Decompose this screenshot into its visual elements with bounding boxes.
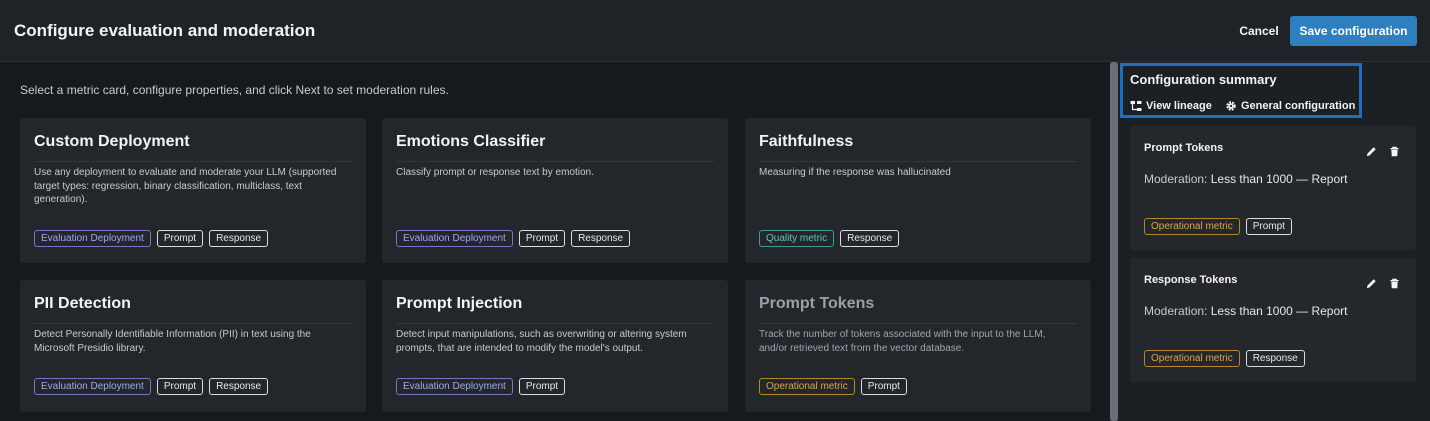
metric-card-emotions-classifier[interactable]: Emotions Classifier Classify prompt or r… xyxy=(382,118,728,263)
metric-card-custom-deployment[interactable]: Custom Deployment Use any deployment to … xyxy=(20,118,366,263)
tag-evaluation-deployment: Evaluation Deployment xyxy=(34,230,151,247)
tag-evaluation-deployment: Evaluation Deployment xyxy=(396,230,513,247)
card-description: Detect Personally Identifiable Informati… xyxy=(34,329,311,354)
card-tags: Evaluation Deployment Prompt Response xyxy=(396,230,631,247)
delete-icon[interactable] xyxy=(1387,144,1401,158)
summary-item-response-tokens: Response Tokens Moderation: Less than 10… xyxy=(1130,258,1416,382)
card-tags: Evaluation Deployment Prompt xyxy=(396,378,566,395)
summary-item-tags: Operational metric Prompt xyxy=(1144,218,1292,235)
summary-item-moderation: Moderation: Less than 1000 — Report xyxy=(1144,172,1347,186)
metric-card-prompt-tokens[interactable]: Prompt Tokens Track the number of tokens… xyxy=(745,280,1091,412)
card-title: Faithfulness xyxy=(759,133,1077,162)
moderation-label: Moderation: xyxy=(1144,304,1208,318)
gear-icon xyxy=(1226,101,1236,111)
page-header: Configure evaluation and moderation Canc… xyxy=(0,0,1430,62)
metric-card-prompt-injection[interactable]: Prompt Injection Detect input manipulati… xyxy=(382,280,728,412)
tag-prompt: Prompt xyxy=(156,378,204,395)
metric-card-faithfulness[interactable]: Faithfulness Measuring if the response w… xyxy=(745,118,1091,263)
card-tags: Evaluation Deployment Prompt Response xyxy=(34,230,269,247)
summary-item-tags: Operational metric Response xyxy=(1144,350,1305,367)
card-title: Prompt Tokens xyxy=(759,295,1077,324)
card-description: Classify prompt or response text by emot… xyxy=(396,167,594,178)
view-lineage-link[interactable]: View lineage xyxy=(1130,98,1212,114)
tag-operational-metric: Operational metric xyxy=(1144,218,1240,235)
metric-card-pii-detection[interactable]: PII Detection Detect Personally Identifi… xyxy=(20,280,366,412)
moderation-value: Less than 1000 — Report xyxy=(1210,304,1348,318)
delete-icon[interactable] xyxy=(1387,276,1401,290)
tag-prompt: Prompt xyxy=(518,378,566,395)
tag-prompt: Prompt xyxy=(518,230,566,247)
tag-response: Response xyxy=(840,230,900,247)
tag-prompt: Prompt xyxy=(1245,218,1292,235)
card-description: Detect input manipulations, such as over… xyxy=(396,329,687,354)
tag-response: Response xyxy=(209,230,269,247)
moderation-label: Moderation: xyxy=(1144,172,1208,186)
page-title: Configure evaluation and moderation xyxy=(14,21,316,40)
tag-prompt: Prompt xyxy=(860,378,907,395)
scrollbar-thumb[interactable] xyxy=(1110,62,1118,421)
card-title: Prompt Injection xyxy=(396,295,714,324)
summary-item-title: Prompt Tokens xyxy=(1144,142,1224,154)
card-description: Track the number of tokens associated wi… xyxy=(759,329,1046,354)
tag-operational-metric: Operational metric xyxy=(759,378,855,395)
card-tags: Evaluation Deployment Prompt Response xyxy=(34,378,269,395)
card-tags: Operational metric Prompt xyxy=(759,378,907,395)
view-lineage-label: View lineage xyxy=(1146,100,1212,112)
card-tags: Quality metric Response xyxy=(759,230,900,247)
cancel-button[interactable]: Cancel xyxy=(1232,16,1286,46)
save-configuration-button[interactable]: Save configuration xyxy=(1290,16,1417,46)
general-configuration-label: General configuration xyxy=(1241,100,1356,112)
card-title: PII Detection xyxy=(34,295,352,324)
scrollbar[interactable] xyxy=(1110,62,1118,421)
tag-quality-metric: Quality metric xyxy=(759,230,835,247)
edit-icon[interactable] xyxy=(1364,144,1378,158)
card-title: Custom Deployment xyxy=(34,133,352,162)
summary-item-title: Response Tokens xyxy=(1144,274,1238,286)
tag-evaluation-deployment: Evaluation Deployment xyxy=(34,378,151,395)
lineage-icon xyxy=(1130,101,1142,111)
configuration-summary-title: Configuration summary xyxy=(1130,72,1277,87)
card-description: Measuring if the response was hallucinat… xyxy=(759,167,951,178)
tag-response: Response xyxy=(209,378,269,395)
card-description: Use any deployment to evaluate and moder… xyxy=(34,167,337,205)
edit-icon[interactable] xyxy=(1364,276,1378,290)
summary-item-moderation: Moderation: Less than 1000 — Report xyxy=(1144,304,1347,318)
tag-evaluation-deployment: Evaluation Deployment xyxy=(396,378,513,395)
metric-cards-pane: Select a metric card, configure properti… xyxy=(0,62,1110,421)
general-configuration-link[interactable]: General configuration xyxy=(1225,98,1355,114)
tag-response: Response xyxy=(1245,350,1305,367)
card-title: Emotions Classifier xyxy=(396,133,714,162)
tag-response: Response xyxy=(571,230,631,247)
tag-operational-metric: Operational metric xyxy=(1144,350,1240,367)
summary-item-prompt-tokens: Prompt Tokens Moderation: Less than 1000… xyxy=(1130,126,1416,250)
tag-prompt: Prompt xyxy=(156,230,204,247)
moderation-value: Less than 1000 — Report xyxy=(1210,172,1348,186)
instructions-text: Select a metric card, configure properti… xyxy=(20,83,449,97)
